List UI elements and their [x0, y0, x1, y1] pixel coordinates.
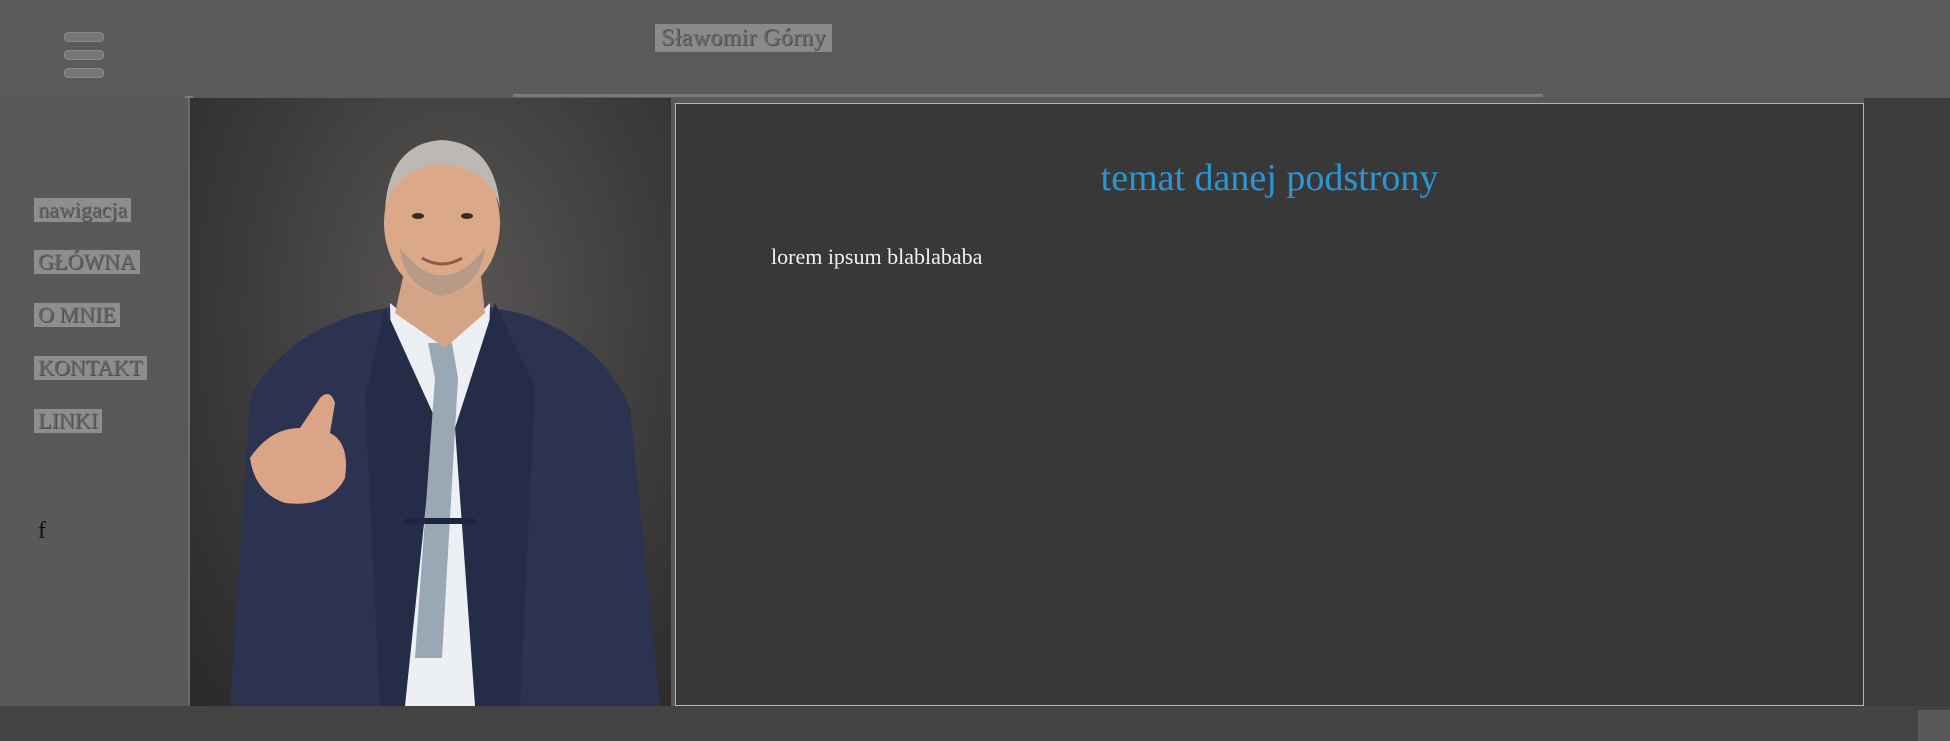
- facebook-icon[interactable]: f: [38, 518, 46, 545]
- page-heading: temat danej podstrony: [1100, 157, 1439, 199]
- sidebar-item-o-mnie[interactable]: O MNIE: [34, 303, 120, 327]
- right-margin: [1864, 98, 1950, 706]
- hamburger-menu-icon[interactable]: [64, 32, 104, 80]
- site-header: Sławomir Górny: [0, 0, 1950, 100]
- content-panel: temat danej podstrony lorem ipsum blabla…: [675, 103, 1864, 706]
- site-title: Sławomir Górny: [655, 24, 832, 52]
- footer-bar: [0, 706, 1950, 741]
- sidebar-item-linki[interactable]: LINKI: [34, 409, 102, 433]
- scroll-corner: [1918, 710, 1950, 741]
- sidebar-item-kontakt[interactable]: KONTAKT: [34, 356, 147, 380]
- nav-heading: nawigacja: [34, 198, 132, 222]
- sidebar-item-glowna[interactable]: GŁÓWNA: [34, 250, 140, 274]
- page-body-text: lorem ipsum blablababa: [771, 244, 983, 269]
- header-divider: [513, 94, 1543, 97]
- sidebar-navigation: nawigacja GŁÓWNA O MNIE KONTAKT LINKI f: [0, 98, 188, 706]
- portrait-photo: [188, 98, 671, 706]
